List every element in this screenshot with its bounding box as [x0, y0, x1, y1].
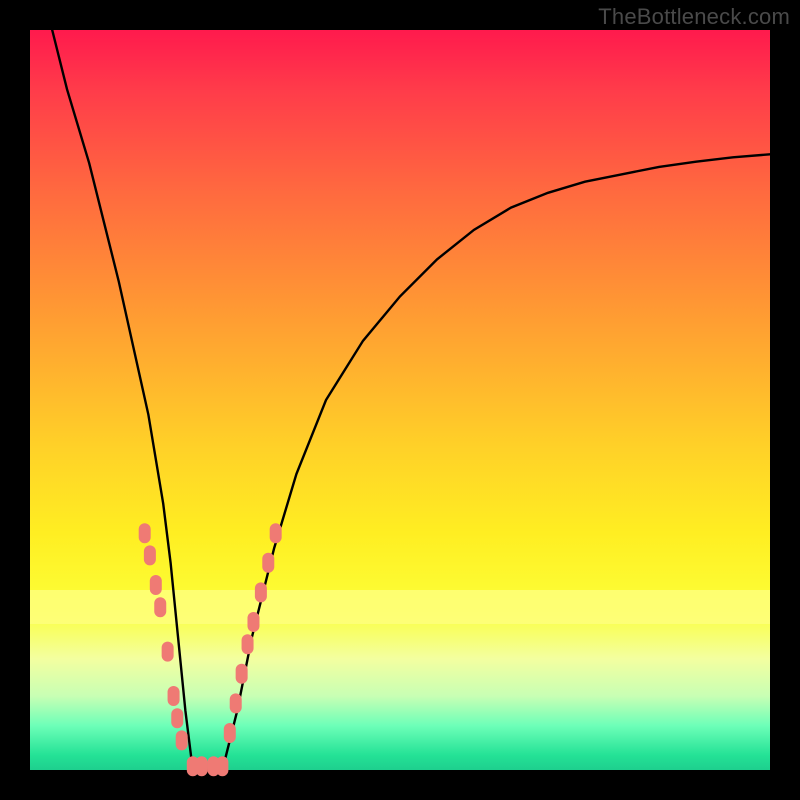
watermark-text: TheBottleneck.com [598, 4, 790, 30]
curve-marker [242, 634, 254, 654]
curve-marker [270, 523, 282, 543]
curve-marker [176, 730, 188, 750]
bottleneck-curve [52, 30, 770, 770]
curve-marker [171, 708, 183, 728]
curve-marker [168, 686, 180, 706]
curve-marker [230, 693, 242, 713]
curve-marker [247, 612, 259, 632]
curve-marker [196, 756, 208, 776]
curve-marker [154, 597, 166, 617]
curve-markers [139, 523, 282, 776]
chart-svg [30, 30, 770, 770]
curve-marker [216, 756, 228, 776]
curve-marker [236, 664, 248, 684]
curve-marker [144, 545, 156, 565]
curve-marker [224, 723, 236, 743]
curve-marker [255, 582, 267, 602]
chart-frame: TheBottleneck.com [0, 0, 800, 800]
curve-marker [262, 553, 274, 573]
curve-marker [150, 575, 162, 595]
curve-marker [162, 642, 174, 662]
curve-marker [139, 523, 151, 543]
